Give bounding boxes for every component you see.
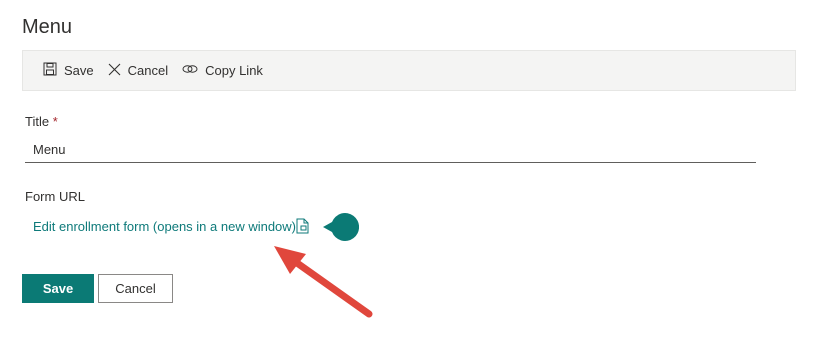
edit-enrollment-form-link[interactable]: Edit enrollment form (opens in a new win… bbox=[33, 219, 296, 234]
cancel-button[interactable]: Cancel bbox=[98, 274, 173, 303]
required-marker: * bbox=[52, 114, 58, 129]
title-label-text: Title bbox=[25, 114, 50, 129]
title-field-label: Title * bbox=[25, 114, 58, 129]
toolbar-cancel-button[interactable]: Cancel bbox=[108, 63, 168, 79]
toolbar-save-button[interactable]: Save bbox=[43, 62, 94, 79]
annotation-arrow-icon bbox=[272, 238, 376, 325]
save-icon bbox=[43, 62, 64, 79]
title-input[interactable] bbox=[25, 136, 756, 163]
page-title: Menu bbox=[22, 16, 73, 38]
link-icon bbox=[182, 63, 205, 78]
close-icon bbox=[108, 63, 128, 79]
toolbar-save-label: Save bbox=[64, 63, 94, 78]
toolbar-copy-link-label: Copy Link bbox=[205, 63, 263, 78]
open-document-icon[interactable] bbox=[296, 218, 309, 239]
toolbar-copy-link-button[interactable]: Copy Link bbox=[182, 63, 263, 78]
form-url-label: Form URL bbox=[25, 189, 85, 204]
toolbar-cancel-label: Cancel bbox=[127, 63, 169, 78]
command-bar: Save Cancel Copy Link bbox=[22, 50, 796, 91]
save-button[interactable]: Save bbox=[22, 274, 94, 303]
